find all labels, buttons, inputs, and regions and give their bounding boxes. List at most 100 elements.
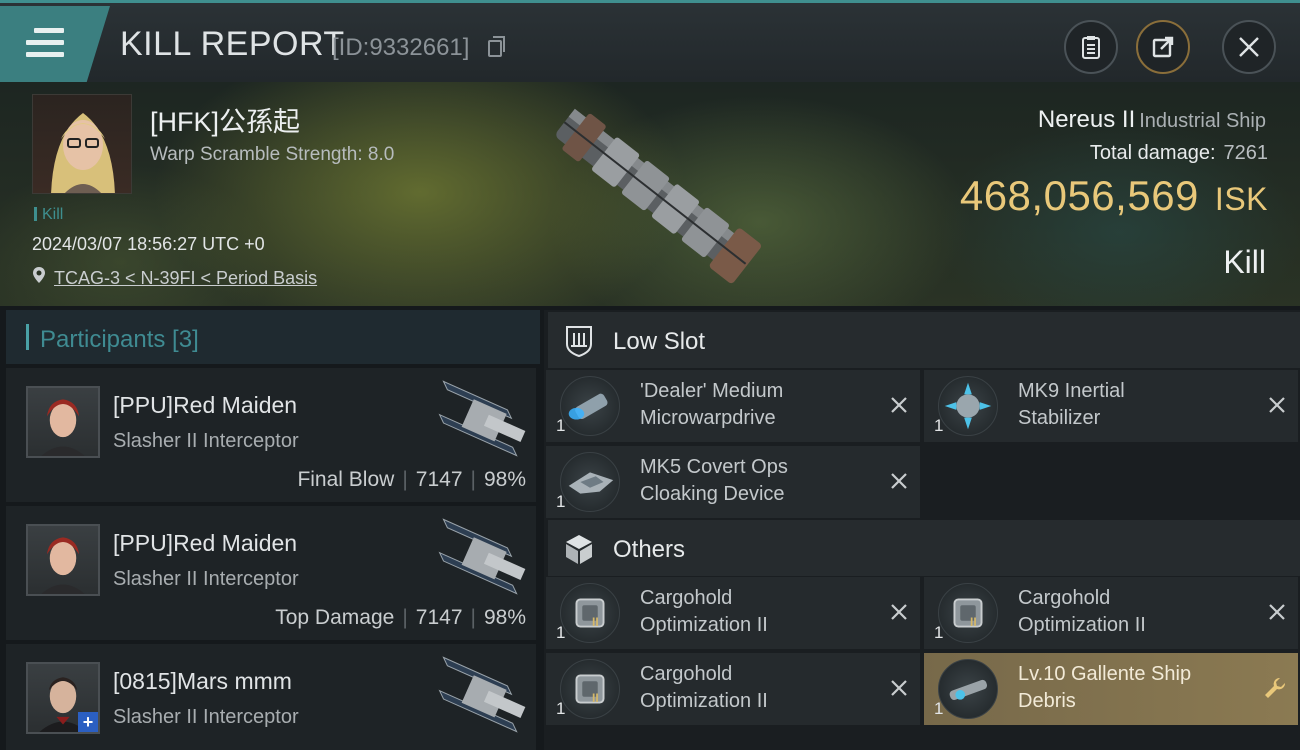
kill-location-link[interactable]: TCAG-3 < N-39FI < Period Basis: [54, 268, 317, 289]
item-name: Lv.10 Gallente Ship Debris: [1018, 661, 1258, 715]
destroyed-icon: [891, 473, 907, 489]
item-quantity: 1: [934, 416, 944, 435]
title-bar: KILL REPORT [ID:9332661]: [0, 0, 1300, 85]
ship-name-text: Nereus II: [1037, 106, 1136, 133]
menu-button[interactable]: [0, 6, 110, 85]
low-slot-title: Low Slot: [613, 328, 706, 355]
item-name-line1: Lv.10 Gallente Ship: [1018, 663, 1192, 685]
item-name-line2: Debris: [1018, 690, 1076, 712]
participants-title: Participants [3]: [40, 326, 199, 353]
tier-ii-badge-icon: II: [592, 691, 599, 705]
item-name-line1: MK9 Inertial: [1018, 380, 1125, 402]
participant-row[interactable]: + [0815]Mars mmm Slasher II Interceptor: [6, 644, 536, 750]
destroyed-icon: [891, 604, 907, 620]
warp-scramble-strength: Warp Scramble Strength: 8.0: [150, 144, 395, 165]
destroyed-icon: [891, 680, 907, 696]
low-slot-icon: [566, 326, 592, 358]
item-quantity: 1: [556, 416, 566, 435]
destroyed-icon: [1269, 397, 1285, 413]
wrench-icon: [1265, 677, 1286, 698]
plus-badge-icon: +: [78, 712, 98, 732]
victim-pilot-name[interactable]: [HFK]公孫起: [150, 100, 300, 139]
clipboard-icon: [1082, 36, 1100, 59]
participant-stats: Top Damage | 7147 | 98%: [275, 606, 526, 630]
item-quantity: 1: [556, 623, 566, 642]
participant-ship: Slasher II Interceptor: [113, 430, 299, 452]
participant-role: Top Damage: [275, 606, 395, 629]
participant-row[interactable]: [PPU]Red Maiden Slasher II Interceptor F…: [6, 368, 536, 502]
item-name-line1: 'Dealer' Medium: [640, 380, 784, 402]
destroyed-icon: [1269, 604, 1285, 620]
victim-panel: [HFK]公孫起 Warp Scramble Strength: 8.0 Kil…: [0, 82, 1300, 306]
cloaking-device-icon: [560, 452, 620, 512]
microwarpdrive-icon: [560, 376, 620, 436]
item-name: 'Dealer' Medium Microwarpdrive: [640, 378, 880, 432]
victim-ship-image: [556, 108, 761, 284]
copy-icon[interactable]: [488, 36, 505, 57]
clipboard-button[interactable]: [1064, 20, 1118, 74]
module-item[interactable]: 1 MK5 Covert Ops Cloaking Device: [546, 446, 920, 518]
total-damage-value: 7261: [1223, 142, 1269, 164]
participant-avatar[interactable]: [26, 386, 100, 458]
participant-name[interactable]: [0815]Mars mmm: [113, 668, 292, 695]
isk-amount: 468,056,569: [959, 172, 1199, 219]
cargohold-optimization-icon: [938, 583, 998, 643]
participants-header: Participants [3]: [6, 310, 540, 364]
module-item[interactable]: 1 MK9 Inertial Stabilizer: [924, 370, 1298, 442]
stats-separator: |: [470, 468, 476, 491]
item-name-line2: Optimization II: [640, 690, 768, 712]
item-name-line1: Cargohold: [640, 663, 733, 685]
participant-percent: 98%: [483, 468, 526, 491]
isk-unit: ISK: [1214, 181, 1268, 217]
item-name-line1: Cargohold: [1018, 587, 1111, 609]
close-icon: [1239, 37, 1259, 57]
page-title: KILL REPORT: [120, 25, 345, 63]
participant-stats: Final Blow | 7147 | 98%: [297, 468, 526, 492]
kill-timestamp: 2024/03/07 18:56:27 UTC +0: [32, 234, 265, 254]
module-item[interactable]: II 1 Cargohold Optimization II: [546, 653, 920, 725]
stats-separator: |: [402, 606, 408, 629]
location-pin-icon: [33, 267, 45, 283]
item-name-line2: Cloaking Device: [640, 483, 785, 505]
item-name-line2: Microwarpdrive: [640, 407, 776, 429]
stats-separator: |: [470, 606, 476, 629]
participant-percent: 98%: [483, 606, 526, 629]
module-item[interactable]: II 1 Cargohold Optimization II: [924, 577, 1298, 649]
close-button[interactable]: [1222, 20, 1276, 74]
participant-ship-image: [438, 656, 526, 733]
isk-value: 468,056,569 ISK: [960, 172, 1268, 220]
share-icon: [1152, 36, 1174, 58]
participant-avatar[interactable]: [26, 524, 100, 596]
participant-row[interactable]: [PPU]Red Maiden Slasher II Interceptor T…: [6, 506, 536, 640]
item-quantity: 1: [556, 492, 566, 511]
share-button[interactable]: [1136, 20, 1190, 74]
tier-ii-badge-icon: II: [970, 615, 977, 629]
kill-result-label: Kill: [1223, 244, 1266, 280]
item-name: Cargohold Optimization II: [640, 585, 880, 639]
kill-tag: Kill: [34, 206, 63, 224]
participant-ship: Slasher II Interceptor: [113, 568, 299, 590]
ship-class-text: Industrial Ship: [1139, 110, 1266, 132]
module-item[interactable]: 1 'Dealer' Medium Microwarpdrive: [546, 370, 920, 442]
participant-name[interactable]: [PPU]Red Maiden: [113, 392, 297, 419]
item-name: Cargohold Optimization II: [640, 661, 880, 715]
destroyed-icon: [891, 397, 907, 413]
participant-avatar[interactable]: +: [26, 662, 100, 734]
module-item-dropped[interactable]: 1 Lv.10 Gallente Ship Debris: [924, 653, 1298, 725]
module-item[interactable]: II 1 Cargohold Optimization II: [546, 577, 920, 649]
inertial-stabilizer-icon: [938, 376, 998, 436]
item-name: MK9 Inertial Stabilizer: [1018, 378, 1258, 432]
total-damage-label: Total damage:: [1089, 142, 1216, 164]
participant-role: Final Blow: [297, 468, 395, 491]
item-name-line2: Optimization II: [640, 614, 768, 636]
item-name-line1: MK5 Covert Ops: [640, 456, 788, 478]
participant-damage: 7147: [415, 606, 463, 629]
item-name-line2: Stabilizer: [1018, 407, 1101, 429]
victim-avatar[interactable]: [32, 94, 132, 194]
stats-separator: |: [402, 468, 408, 491]
tier-ii-badge-icon: II: [592, 615, 599, 629]
participant-name[interactable]: [PPU]Red Maiden: [113, 530, 297, 557]
hamburger-icon: [26, 28, 64, 58]
cargohold-optimization-icon: [560, 583, 620, 643]
item-quantity: 1: [934, 699, 944, 718]
